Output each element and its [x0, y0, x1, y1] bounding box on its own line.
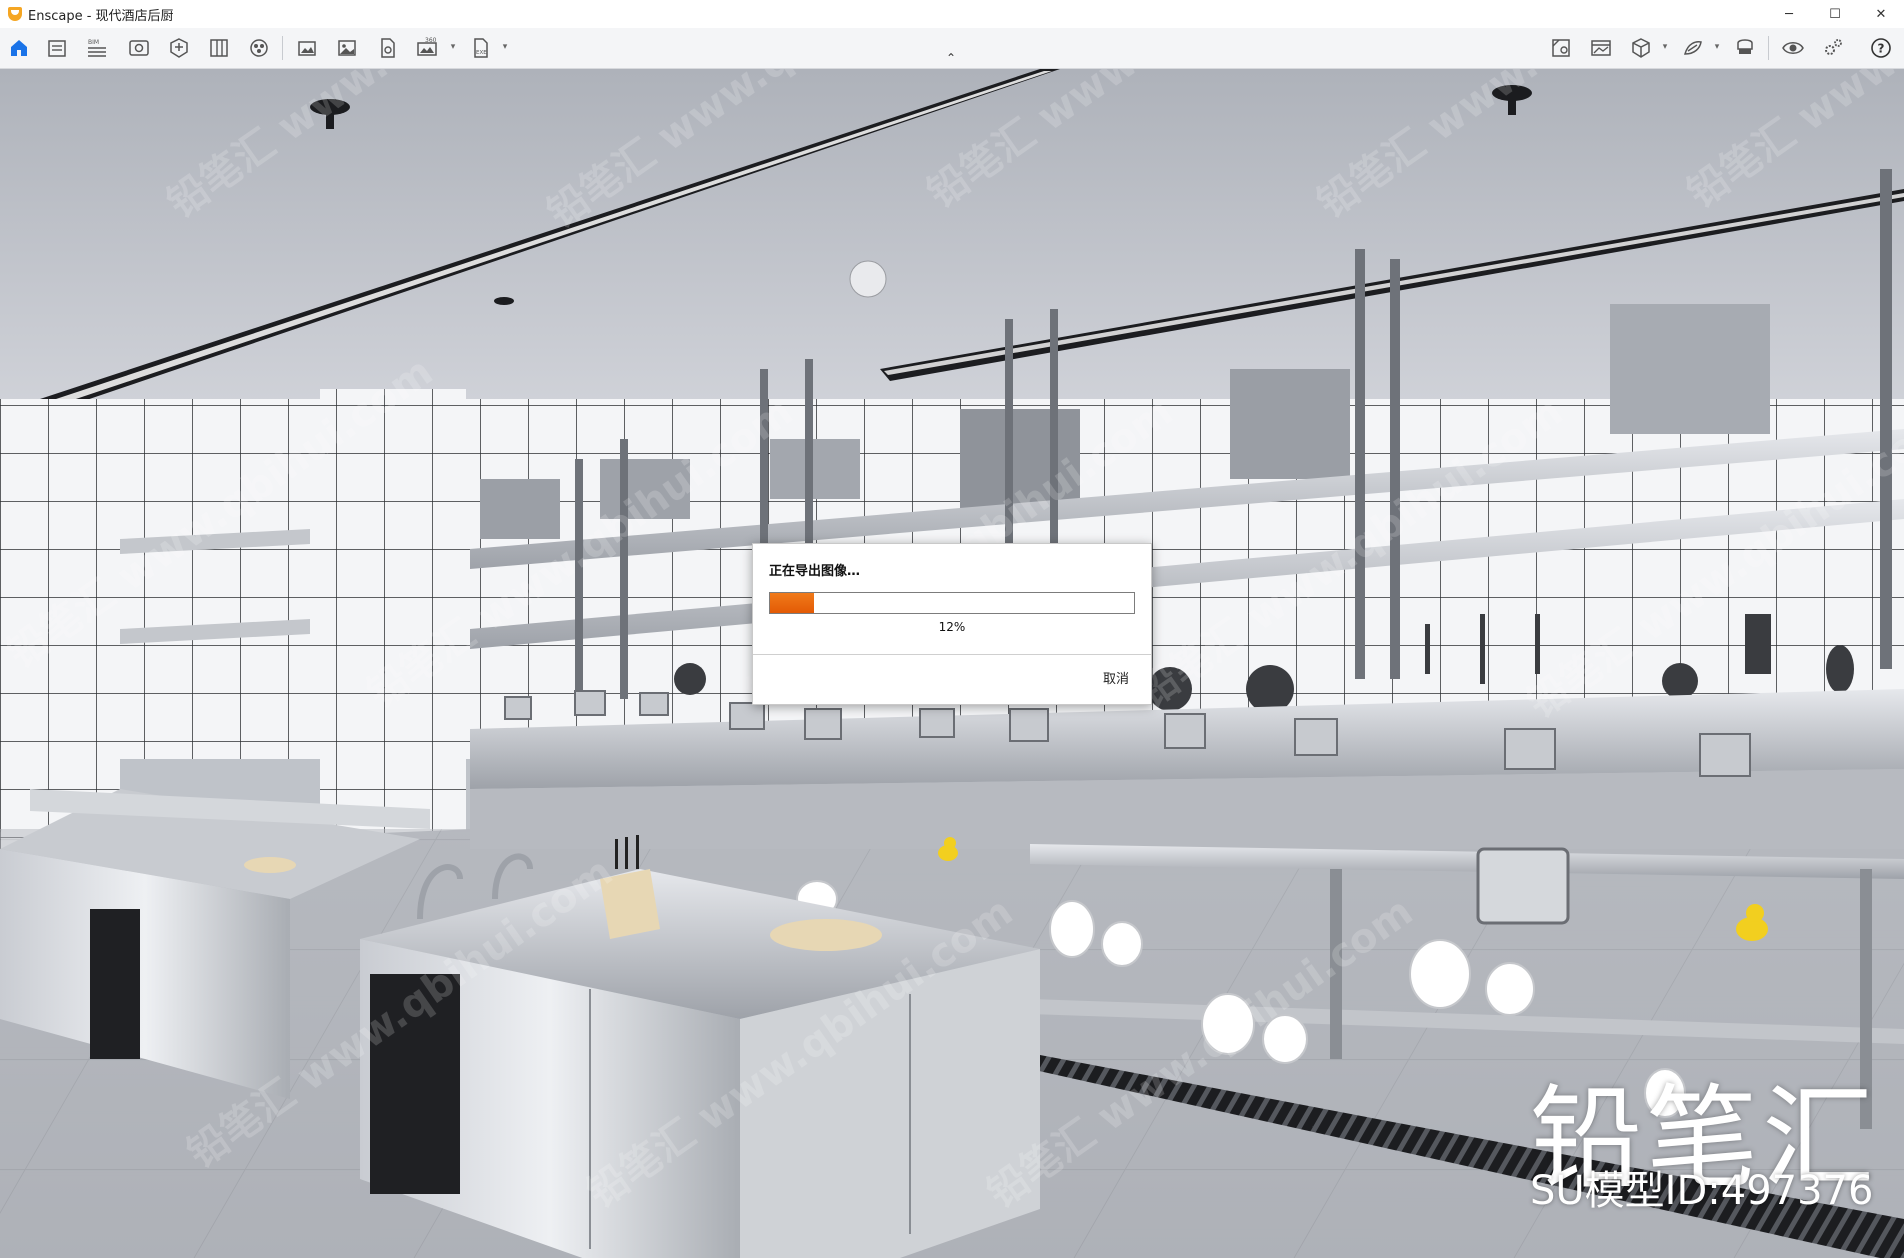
help-button[interactable]: ?: [1866, 33, 1896, 63]
export-progress-dialog: 正在导出图像… 12% 取消: [752, 543, 1152, 705]
bim-button[interactable]: BIM: [82, 33, 112, 63]
progress-fill: [770, 593, 814, 613]
exe-export-button[interactable]: EXE: [466, 33, 496, 63]
vr-headset-button[interactable]: [1730, 33, 1760, 63]
dialog-divider: [753, 654, 1151, 655]
visual-settings-icon: [129, 40, 149, 56]
title-bar: Enscape - 现代酒店后厨 ─ ☐ ✕: [0, 0, 1904, 28]
chevron-down-icon[interactable]: ▾: [448, 40, 458, 54]
batch-render-button[interactable]: [372, 33, 402, 63]
export-progress-bar: [769, 592, 1135, 614]
window-title: Enscape - 现代酒店后厨: [28, 8, 174, 24]
cube-button[interactable]: [1626, 33, 1656, 63]
materials-button[interactable]: [204, 33, 234, 63]
project-info-icon: [48, 40, 66, 57]
enscape-logo-icon: [8, 7, 22, 21]
help-icon: ?: [1871, 38, 1891, 58]
visual-settings-button[interactable]: [124, 33, 154, 63]
collapse-toolbar-caret[interactable]: ⌃: [944, 52, 958, 64]
home-icon: [11, 40, 27, 56]
cancel-button[interactable]: 取消: [1103, 668, 1129, 687]
asset-library-icon: [170, 38, 188, 58]
toolbar-separator: [1768, 36, 1769, 60]
window-controls: ─ ☐ ✕: [1766, 0, 1904, 28]
bim-icon: BIM: [88, 39, 106, 57]
video-editor-icon: [1591, 40, 1611, 56]
view-management-button[interactable]: [1546, 33, 1576, 63]
watermark-model-id: SU模型ID:497376: [1530, 1168, 1874, 1214]
video-editor-button[interactable]: [1586, 33, 1616, 63]
chevron-down-icon[interactable]: ▾: [500, 40, 510, 54]
export-image-button[interactable]: [332, 33, 362, 63]
home-button[interactable]: [4, 33, 34, 63]
batch-render-icon: [381, 38, 395, 58]
chevron-down-icon[interactable]: ▾: [1660, 40, 1670, 54]
visibility-button[interactable]: [1778, 33, 1808, 63]
material-editor-button[interactable]: [1678, 33, 1708, 63]
help-glyph: ?: [1878, 42, 1885, 56]
minimize-button[interactable]: ─: [1766, 0, 1812, 28]
asset-library-button[interactable]: [164, 33, 194, 63]
vr-headset-icon: [1737, 39, 1753, 54]
dialog-title: 正在导出图像…: [769, 564, 861, 579]
progress-percent: 12%: [938, 620, 966, 634]
exe-export-icon: EXE: [474, 38, 488, 58]
material-editor-icon: [1684, 41, 1702, 55]
export-image-icon: [338, 40, 356, 56]
view-management-icon: [1552, 39, 1570, 57]
materials-icon: [210, 39, 228, 57]
badge-360: 360: [425, 37, 437, 44]
toolbar-separator: [282, 36, 283, 60]
chevron-down-icon[interactable]: ▾: [1712, 40, 1722, 54]
exe-label: EXE: [476, 50, 487, 56]
project-info-button[interactable]: [42, 33, 72, 63]
screenshot-button[interactable]: [292, 33, 322, 63]
screenshot-icon: [298, 41, 316, 56]
panorama-360-icon: 360: [417, 37, 437, 56]
visibility-icon: [1782, 42, 1804, 54]
maximize-button[interactable]: ☐: [1812, 0, 1858, 28]
close-button[interactable]: ✕: [1858, 0, 1904, 28]
sphere-button[interactable]: [244, 33, 274, 63]
settings-icon: [1825, 39, 1842, 55]
bim-label: BIM: [88, 39, 99, 46]
cube-icon: [1632, 38, 1650, 58]
settings-button[interactable]: [1818, 33, 1848, 63]
sphere-icon: [250, 39, 268, 57]
panorama-360-button[interactable]: 360: [412, 33, 442, 63]
